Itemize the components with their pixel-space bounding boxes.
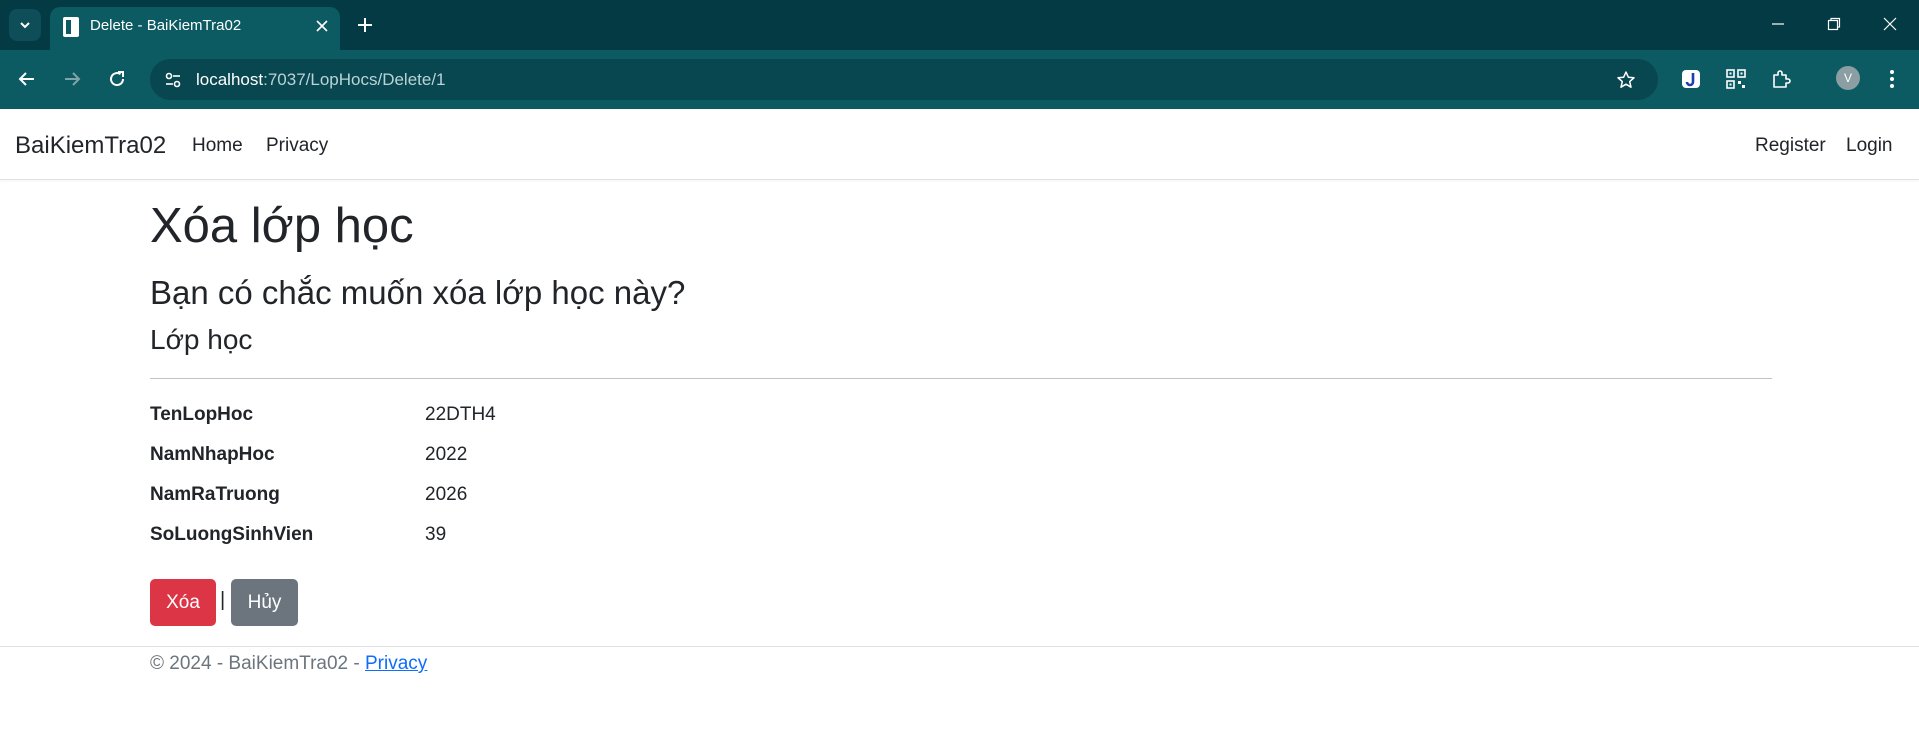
bookmark-button[interactable] bbox=[1613, 67, 1639, 93]
field-value: 39 bbox=[425, 524, 447, 545]
tab-search-button[interactable] bbox=[9, 9, 41, 41]
field-value: 2022 bbox=[425, 444, 468, 465]
close-tab-button[interactable] bbox=[312, 16, 332, 36]
arrow-left-icon bbox=[18, 72, 34, 86]
field-label: SoLuongSinhVien bbox=[150, 524, 314, 545]
url-text[interactable]: localhost:7037/LopHocs/Delete/1 bbox=[196, 70, 446, 90]
plus-icon bbox=[358, 18, 372, 32]
chevron-down-icon bbox=[20, 22, 30, 29]
field-label: TenLopHoc bbox=[150, 404, 254, 425]
field-label: NamNhapHoc bbox=[150, 444, 275, 465]
star-icon bbox=[1617, 71, 1635, 88]
extension-j-button[interactable] bbox=[1675, 63, 1707, 95]
nav-link-home[interactable]: Home bbox=[192, 135, 243, 157]
browser-toolbar: localhost:7037/LopHocs/Delete/1 bbox=[0, 50, 1919, 109]
confirm-question: Bạn có chắc muốn xóa lớp học này? bbox=[150, 274, 686, 311]
arrow-right-icon bbox=[65, 72, 81, 86]
minimize-button[interactable] bbox=[1750, 0, 1806, 48]
profile-avatar[interactable]: V bbox=[1836, 66, 1860, 90]
navbar-brand[interactable]: BaiKiemTra02 bbox=[15, 132, 166, 160]
field-label: NamRaTruong bbox=[150, 484, 280, 505]
active-tab[interactable]: Delete - BaiKiemTra02 bbox=[50, 7, 340, 50]
footer: © 2024 - BaiKiemTra02 - Privacy bbox=[0, 646, 1919, 739]
close-window-button[interactable] bbox=[1862, 0, 1918, 48]
tab-title: Delete - BaiKiemTra02 bbox=[90, 17, 242, 34]
restore-button[interactable] bbox=[1806, 0, 1862, 48]
restore-icon bbox=[1827, 17, 1841, 31]
back-button[interactable] bbox=[11, 63, 43, 95]
page-title: Xóa lớp học bbox=[150, 199, 414, 253]
new-tab-button[interactable] bbox=[352, 12, 378, 38]
browser-menu-button[interactable] bbox=[1876, 63, 1908, 95]
j-extension-icon bbox=[1682, 70, 1700, 88]
puzzle-icon bbox=[1773, 70, 1791, 88]
reload-button[interactable] bbox=[101, 63, 133, 95]
detail-row: SoLuongSinhVien 39 bbox=[150, 524, 1150, 552]
nav-link-login[interactable]: Login bbox=[1846, 135, 1893, 157]
copyright-text: © 2024 - BaiKiemTra02 - bbox=[150, 653, 365, 674]
forward-button[interactable] bbox=[56, 63, 88, 95]
url-path: :7037/LopHocs/Delete/1 bbox=[263, 70, 446, 89]
tune-icon bbox=[165, 72, 181, 88]
field-value: 2026 bbox=[425, 484, 468, 505]
footer-text: © 2024 - BaiKiemTra02 - Privacy bbox=[150, 653, 427, 675]
nav-link-register[interactable]: Register bbox=[1755, 135, 1826, 157]
section-heading: Lớp học bbox=[150, 324, 253, 355]
site-info-button[interactable] bbox=[160, 67, 186, 93]
page-icon bbox=[63, 17, 79, 37]
delete-button[interactable]: Xóa bbox=[150, 579, 216, 626]
close-icon bbox=[316, 20, 328, 32]
cancel-button[interactable]: Hủy bbox=[231, 579, 298, 626]
detail-row: TenLopHoc 22DTH4 bbox=[150, 404, 1150, 432]
tab-strip: Delete - BaiKiemTra02 bbox=[0, 0, 1919, 50]
qr-code-icon bbox=[1726, 69, 1746, 89]
nav-link-privacy[interactable]: Privacy bbox=[266, 135, 328, 157]
footer-privacy-link[interactable]: Privacy bbox=[365, 653, 427, 674]
address-bar[interactable]: localhost:7037/LopHocs/Delete/1 bbox=[150, 59, 1658, 100]
field-value: 22DTH4 bbox=[425, 404, 496, 425]
url-host: localhost bbox=[196, 70, 264, 89]
more-vertical-icon bbox=[1890, 70, 1894, 88]
detail-row: NamNhapHoc 2022 bbox=[150, 444, 1150, 472]
qr-code-button[interactable] bbox=[1720, 63, 1752, 95]
reload-icon bbox=[110, 71, 125, 87]
detail-row: NamRaTruong 2026 bbox=[150, 484, 1150, 512]
extensions-button[interactable] bbox=[1765, 63, 1797, 95]
site-navbar: BaiKiemTra02 Home Privacy Register Login bbox=[0, 109, 1919, 180]
button-separator: | bbox=[220, 589, 226, 611]
divider bbox=[150, 378, 1772, 379]
minimize-icon bbox=[1772, 23, 1784, 25]
close-icon bbox=[1883, 17, 1897, 31]
